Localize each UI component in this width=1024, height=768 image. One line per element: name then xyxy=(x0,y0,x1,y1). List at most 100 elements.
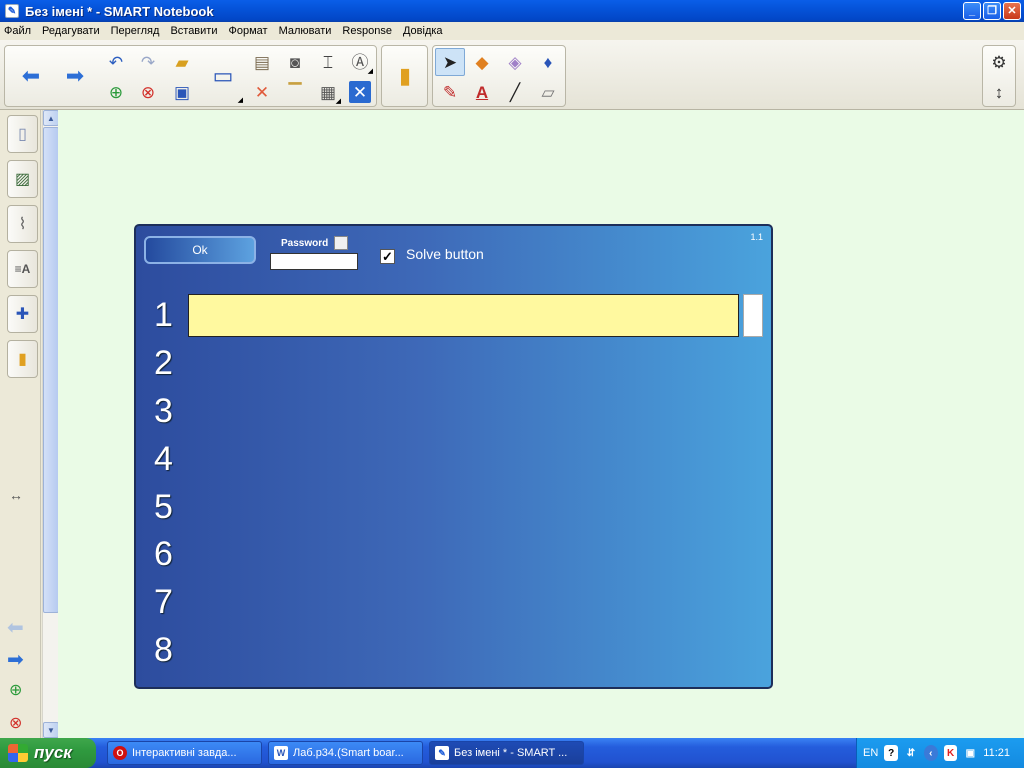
next-page-icon[interactable]: ➡ xyxy=(7,647,24,672)
windows-logo-icon xyxy=(8,744,28,762)
row-number: 1 xyxy=(154,296,173,334)
screenshade-icon[interactable]: ▔ xyxy=(280,78,310,106)
version-label: 1.1 xyxy=(750,232,763,242)
scroll-down-button[interactable]: ▼ xyxy=(43,722,59,738)
task-label: Інтерактивні завда... xyxy=(132,747,237,759)
menu-file[interactable]: Файл xyxy=(4,25,31,37)
solve-button-checkbox[interactable]: ✓ xyxy=(380,249,395,264)
prev-page-icon[interactable]: ⬅ xyxy=(7,615,24,640)
maximize-button[interactable]: ❐ xyxy=(983,2,1001,20)
gallery-icon[interactable]: ▨ xyxy=(7,160,38,198)
menu-edit[interactable]: Редагувати xyxy=(42,25,100,37)
password-input[interactable] xyxy=(270,253,358,270)
menu-bar: Файл Редагувати Перегляд Вставити Формат… xyxy=(0,22,1024,40)
toolbar-group-draw: ➤ ◆ ◈ ♦ ✎ A ╱ ▱ xyxy=(432,45,566,107)
menu-response[interactable]: Response xyxy=(342,25,392,37)
notebook-icon: ✎ xyxy=(5,4,19,18)
menu-insert[interactable]: Вставити xyxy=(170,25,217,37)
paste-icon[interactable]: ▤ xyxy=(247,48,277,76)
eraser-icon[interactable]: ▱ xyxy=(533,78,563,106)
add-page-icon[interactable]: ⊕ xyxy=(9,680,22,700)
add-page-icon[interactable]: ⊕ xyxy=(101,78,131,106)
network-icon[interactable]: ⇵ xyxy=(904,745,918,761)
fullscreen-icon[interactable]: ⌶ xyxy=(313,48,343,76)
back-arrow-icon[interactable]: ⬅ xyxy=(9,47,53,105)
start-button[interactable]: пуск xyxy=(0,738,96,768)
taskbar-item-opera[interactable]: O Інтерактивні завда... xyxy=(107,741,262,765)
save-icon[interactable]: ▣ xyxy=(167,78,197,106)
ok-button[interactable]: Ok xyxy=(144,236,256,264)
row-number: 2 xyxy=(154,344,173,382)
taskbar-item-notebook[interactable]: ✎ Без імені * - SMART ... xyxy=(429,741,584,765)
close-tool-icon[interactable]: ✕ xyxy=(349,81,371,103)
password-label: Password xyxy=(281,238,329,249)
magic-pen-icon[interactable]: ◈ xyxy=(500,48,530,76)
fill-icon[interactable]: ♦ xyxy=(533,48,563,76)
gallery-icon[interactable]: Ⓐ ◢ xyxy=(345,48,375,76)
shapes-icon[interactable]: ◆ xyxy=(467,48,497,76)
scroll-thumb[interactable] xyxy=(43,127,59,613)
capture-icon[interactable]: ◙ xyxy=(280,48,310,76)
forward-arrow-icon[interactable]: ➡ xyxy=(53,47,97,105)
properties-icon[interactable]: ≡A xyxy=(7,250,38,288)
window-controls: _ ❐ ✕ xyxy=(963,2,1021,20)
task-label: Без імені * - SMART ... xyxy=(454,747,568,759)
clock: 11:21 xyxy=(983,747,1010,759)
redo-icon[interactable]: ↷ xyxy=(133,48,163,76)
menu-view[interactable]: Перегляд xyxy=(111,25,160,37)
title-bar: ✎ Без імені * - SMART Notebook _ ❐ ✕ xyxy=(0,0,1024,22)
open-icon[interactable]: ▰ xyxy=(167,48,197,76)
language-indicator[interactable]: EN xyxy=(863,747,878,759)
response-icon[interactable]: ▮ xyxy=(383,47,427,105)
delete-icon[interactable]: ✕ xyxy=(247,78,277,106)
back-icon[interactable]: ‹ xyxy=(923,745,938,761)
task-label: Лаб.р34.(Smart boar... xyxy=(293,747,404,759)
undo-icon[interactable]: ↶ xyxy=(101,48,131,76)
menu-help[interactable]: Довідка xyxy=(403,25,443,37)
question-widget: Ok Password ✓ Solve button 1.1 1 2 3 4 5… xyxy=(134,224,773,689)
system-tray: EN ? ⇵ ‹ K ▣ 11:21 xyxy=(856,738,1024,768)
text-icon[interactable]: A xyxy=(467,78,497,106)
attachments-icon[interactable]: ⌇ xyxy=(7,205,38,243)
page-sorter-icon[interactable]: ▯ xyxy=(7,115,38,153)
start-label: пуск xyxy=(34,743,72,762)
close-button[interactable]: ✕ xyxy=(1003,2,1021,20)
taskbar-item-word[interactable]: W Лаб.р34.(Smart boar... xyxy=(268,741,423,765)
delete-page-icon[interactable]: ⊗ xyxy=(9,713,22,733)
table-icon[interactable]: ▦ ◢ xyxy=(313,78,343,106)
line-icon[interactable]: ╱ xyxy=(500,78,530,106)
resize-icon[interactable]: ↔ xyxy=(9,487,23,503)
window-title: Без імені * - SMART Notebook xyxy=(25,3,214,19)
minimize-button[interactable]: _ xyxy=(963,2,981,20)
settings-icon[interactable]: ⚙ xyxy=(984,48,1014,76)
toolbar-group-main: ⬅ ➡ ↶ ↷ ⊕ ⊗ ▰ ▣ ▭ ◢ ▤ ✕ ◙ ▔ ⌶ ▦ ◢ Ⓐ ◢ ✕ xyxy=(4,45,377,107)
addons-icon[interactable]: ✚ xyxy=(7,295,38,333)
display-settings-icon[interactable]: ▣ xyxy=(963,745,977,761)
taskbar: пуск O Інтерактивні завда... W Лаб.р34.(… xyxy=(0,738,1024,768)
menu-format[interactable]: Формат xyxy=(228,25,267,37)
display-icon[interactable]: ▭ ◢ xyxy=(201,47,245,105)
toolbar-group-response: ▮ xyxy=(381,45,428,107)
word-icon: W xyxy=(274,746,288,760)
toolbar-group-settings: ⚙ ↕ xyxy=(982,45,1016,107)
toolbar: ⬅ ➡ ↶ ↷ ⊕ ⊗ ▰ ▣ ▭ ◢ ▤ ✕ ◙ ▔ ⌶ ▦ ◢ Ⓐ ◢ ✕ ▮ ➤… xyxy=(0,40,1024,110)
delete-page-icon[interactable]: ⊗ xyxy=(133,78,163,106)
row-number: 6 xyxy=(154,535,173,573)
row-number: 7 xyxy=(154,583,173,621)
antivirus-icon[interactable]: K xyxy=(943,745,958,761)
help-icon[interactable]: ? xyxy=(884,745,899,761)
answer-field-1[interactable] xyxy=(188,294,739,337)
sidebar: ▯ ▨ ⌇ ≡A ✚ ▮ ↔ ⬅ ➡ ⊕ ⊗ xyxy=(0,110,41,740)
password-checkbox[interactable] xyxy=(334,236,348,250)
row-number: 5 xyxy=(154,488,173,526)
vertical-scrollbar[interactable]: ▲ ▼ xyxy=(42,110,59,738)
select-icon[interactable]: ➤ xyxy=(435,48,465,76)
solve-button-label: Solve button xyxy=(406,246,484,262)
menu-draw[interactable]: Малювати xyxy=(279,25,332,37)
pens-icon[interactable]: ✎ xyxy=(435,78,465,106)
scroll-up-button[interactable]: ▲ xyxy=(43,110,59,126)
move-toolbar-icon[interactable]: ↕ xyxy=(984,78,1014,106)
response-icon[interactable]: ▮ xyxy=(7,340,38,378)
opera-icon: O xyxy=(113,746,127,760)
answer-field-1-handle[interactable] xyxy=(743,294,763,337)
